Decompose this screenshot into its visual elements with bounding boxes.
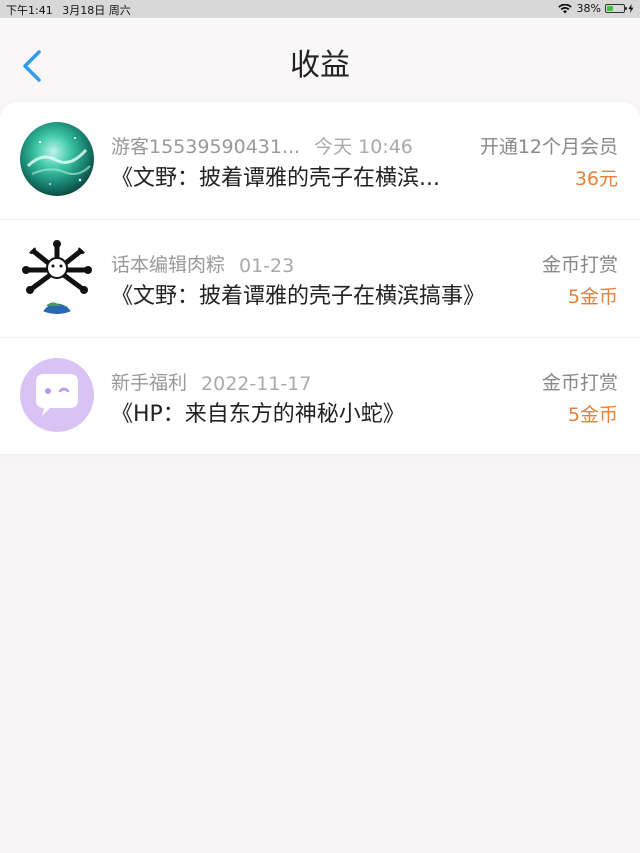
wifi-icon [557,3,572,13]
sender-name: 新手福利 [111,372,188,394]
income-time: 今天 10:46 [314,136,413,158]
income-meta: 游客15539590431... 今天 10:46 [111,132,413,159]
status-bar: 下午1:41 3月18日 周六 38% [0,0,640,18]
book-title: 《HP：来自东方的神秘小蛇》 [111,402,405,427]
income-amount: 5金币 [567,404,618,426]
income-meta: 新手福利 2022-11-17 [111,368,311,395]
income-type: 开通12个月会员 [479,136,618,158]
income-time: 01-23 [239,255,295,277]
income-type: 金币打赏 [541,372,618,394]
navigation-bar: 收益 [0,18,640,110]
income-amount: 5金币 [567,286,618,308]
income-list-item[interactable]: 游客15539590431... 今天 10:46 《文野：披着谭雅的壳子在横滨.… [0,102,640,220]
chat-bubble-avatar-image [20,358,94,432]
income-list-item[interactable]: 新手福利 2022-11-17 《HP：来自东方的神秘小蛇》 金币打赏 5金币 [0,338,640,455]
income-list-item[interactable]: 话本编辑肉粽 01-23 《文野：披着谭雅的壳子在横滨搞事》 金币打赏 5金币 [0,220,640,338]
income-list: 游客15539590431... 今天 10:46 《文野：披着谭雅的壳子在横滨.… [0,102,640,455]
income-meta: 话本编辑肉粽 01-23 [111,250,294,277]
user-avatar[interactable] [20,358,94,432]
charging-bolt-icon [628,4,634,13]
battery-percent: 38% [576,2,601,15]
battery-level-fill [607,6,613,11]
income-time: 2022-11-17 [201,373,312,395]
battery-icon [605,4,627,13]
income-type: 金币打赏 [541,254,618,276]
sender-name: 话本编辑肉粽 [111,254,226,276]
nebula-avatar-image [20,122,94,196]
status-datetime: 下午1:41 3月18日 周六 [6,2,137,18]
page-title: 收益 [290,48,350,83]
status-date: 3月18日 周六 [62,4,131,17]
user-avatar[interactable] [20,240,94,314]
status-indicators: 38% [557,2,634,15]
book-title: 《文野：披着谭雅的壳子在横滨搞事》 [111,284,486,309]
sender-name: 游客15539590431... [111,136,301,158]
income-amount: 36元 [574,168,618,190]
earth-bones-avatar-image [20,240,94,314]
book-title: 《文野：披着谭雅的壳子在横滨... [111,166,440,191]
user-avatar[interactable] [20,122,94,196]
status-time: 下午1:41 [6,4,53,17]
